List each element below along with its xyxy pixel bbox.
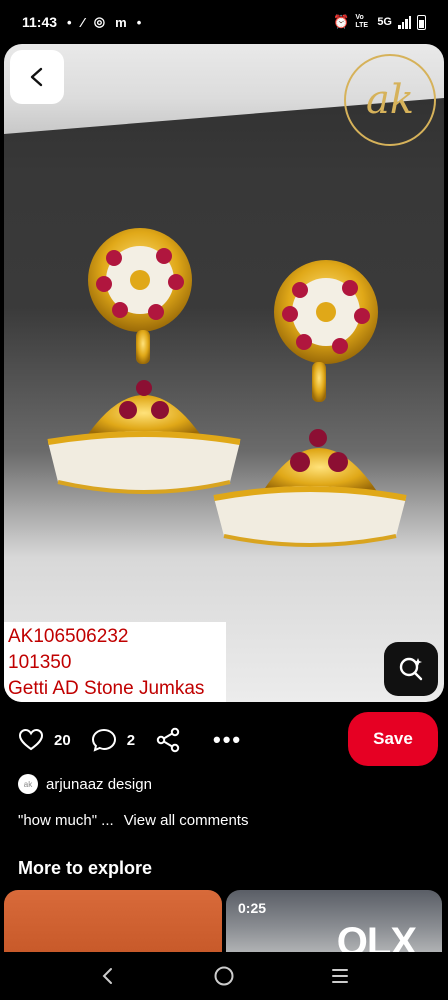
caption-line: 101350 [8, 652, 72, 673]
status-time: 11:43 [22, 14, 58, 30]
nav-home-button[interactable] [204, 956, 244, 996]
like-count: 20 [54, 731, 71, 749]
author-name[interactable]: arjunaaz design [46, 776, 152, 793]
back-chevron-icon [102, 968, 112, 984]
home-circle-icon [214, 966, 234, 986]
battery-icon [417, 14, 426, 30]
author-row[interactable]: ak arjunaaz design [18, 774, 152, 794]
section-title: More to explore [18, 858, 153, 878]
comment-icon [91, 728, 116, 752]
recents-icon [332, 969, 348, 983]
avatar[interactable]: ak [18, 774, 38, 794]
call-forward-icon: ⁄ [81, 14, 84, 30]
comment-preview-row: "how much" ... View all comments [18, 812, 248, 829]
system-nav-bar [0, 952, 448, 1000]
alarm-icon: ⏰ [333, 14, 350, 29]
status-bar: 11:43 • ⁄ ◎ m • ⏰ Vo LTE 5G [0, 0, 448, 44]
network-prefix: Vo LTE [355, 14, 369, 29]
comment-count: 2 [126, 731, 136, 749]
visual-search-button[interactable] [384, 642, 438, 696]
messenger-icon: m [115, 14, 127, 30]
caption-line: Getti AD Stone Jumkas [8, 678, 205, 699]
notification-icon: • [67, 14, 72, 30]
dot-icon: • [136, 14, 142, 30]
network-type: 5G [377, 16, 392, 28]
action-row: 20 2 ••• Save [0, 712, 448, 768]
nav-recents-button[interactable] [320, 956, 360, 996]
like-button[interactable]: 20 [18, 728, 71, 752]
olx-watermark: OLX [336, 920, 417, 952]
caption-line: AK106506232 [8, 626, 129, 647]
explore-thumbnail[interactable] [4, 890, 222, 952]
comment-preview-text: "how much" ... [18, 812, 114, 829]
back-button[interactable] [10, 50, 64, 104]
heart-icon [18, 728, 44, 751]
brand-logo-text: ak [365, 77, 415, 123]
brand-logo: ak [344, 54, 436, 146]
video-duration: 0:25 [238, 900, 267, 916]
share-button[interactable] [155, 727, 181, 753]
share-icon [156, 727, 180, 753]
app-notification-icon: ◎ [93, 14, 106, 29]
signal-icon [398, 15, 411, 29]
save-button[interactable]: Save [348, 712, 438, 766]
chevron-left-icon [30, 67, 43, 87]
explore-thumbnail[interactable]: 0:25 OLX [226, 890, 442, 952]
image-caption: AK106506232 101350 Getti AD Stone Jumkas [4, 622, 226, 702]
view-all-comments-link[interactable]: View all comments [124, 812, 249, 829]
comment-button[interactable]: 2 [91, 728, 135, 752]
nav-back-button[interactable] [88, 956, 128, 996]
more-options-button[interactable]: ••• [213, 727, 242, 753]
earring-right-image [213, 260, 407, 547]
lens-search-icon [399, 657, 423, 681]
pin-image[interactable]: ak AK106506232 101350 Getti AD Stone Jum… [4, 44, 444, 702]
